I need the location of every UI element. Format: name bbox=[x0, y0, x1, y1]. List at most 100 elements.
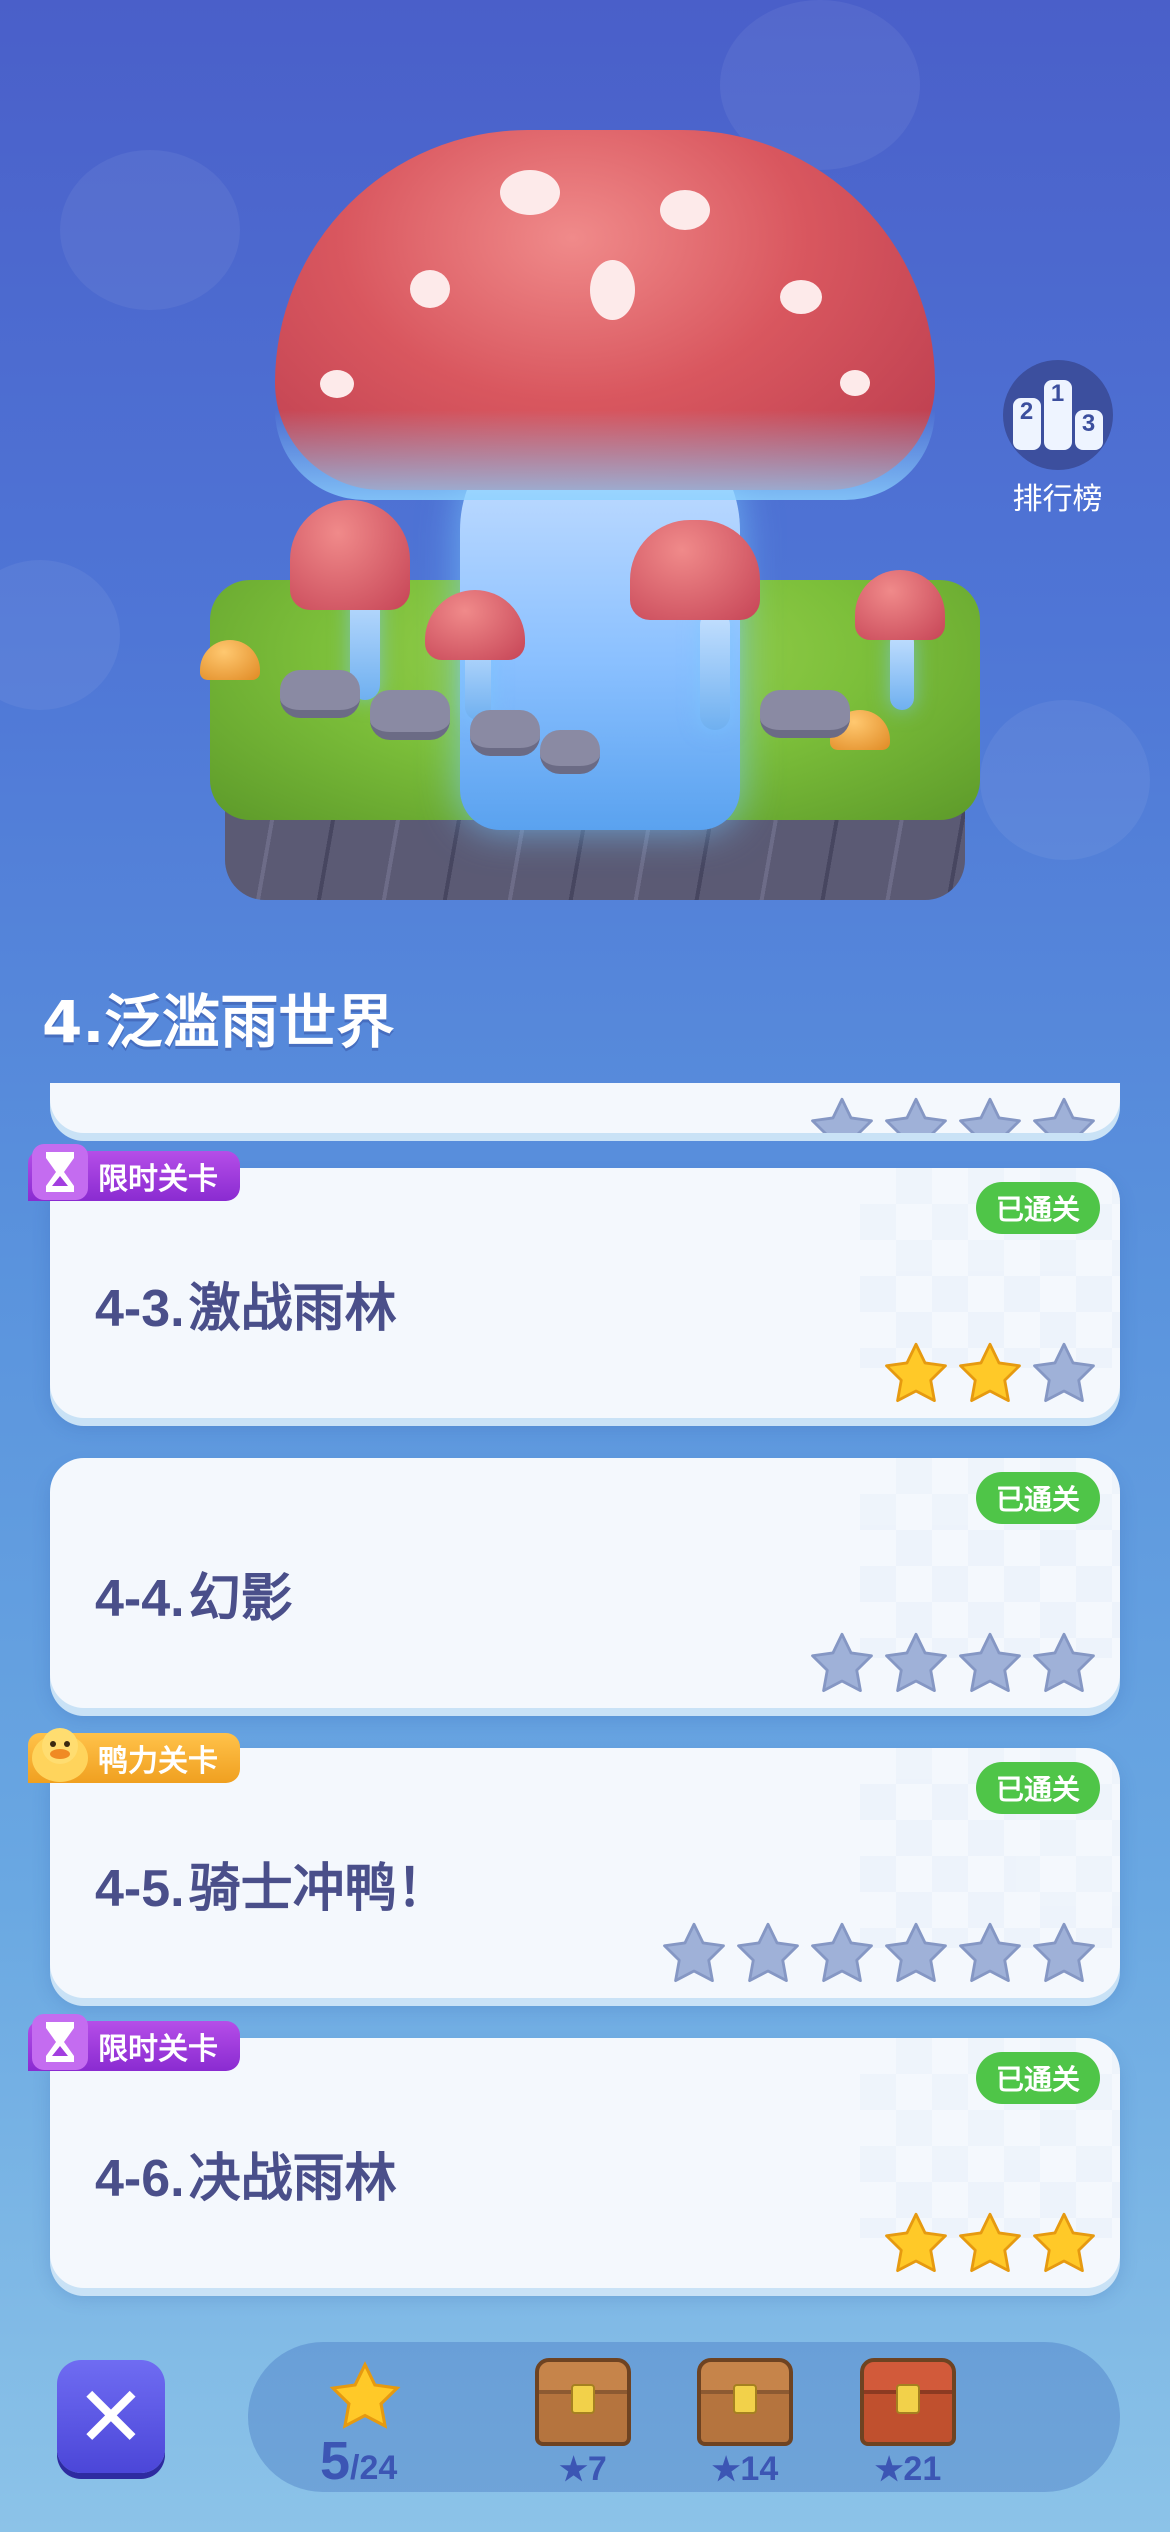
star-filled-icon bbox=[956, 2210, 1024, 2278]
star-empty-icon bbox=[956, 1630, 1024, 1698]
level-title: 4-6.决战雨林 bbox=[95, 2136, 397, 2211]
star-row bbox=[882, 2210, 1098, 2278]
background-duck-shape bbox=[980, 700, 1150, 860]
chest-lock bbox=[896, 2384, 920, 2414]
mushroom-spot bbox=[590, 260, 635, 320]
mushroom-spot bbox=[660, 190, 710, 230]
chest-star-requirement: ★14 bbox=[695, 2450, 795, 2489]
reward-chest[interactable]: ★14 bbox=[695, 2358, 795, 2489]
stepping-stone bbox=[470, 710, 540, 756]
star-empty-icon bbox=[734, 1920, 802, 1988]
level-number: 4-5. bbox=[95, 1860, 185, 1918]
mushroom-spot bbox=[500, 170, 560, 215]
level-card[interactable]: 已通关 4-3.激战雨林 bbox=[50, 1168, 1120, 1418]
podium-third: 3 bbox=[1074, 410, 1103, 450]
small-mushroom-cap bbox=[630, 520, 760, 620]
level-title: 4-4.幻影 bbox=[95, 1556, 293, 1631]
star-row bbox=[882, 1340, 1098, 1408]
small-star-icon: ★ bbox=[874, 2451, 904, 2487]
stepping-stone bbox=[540, 730, 600, 774]
treasure-chest-icon bbox=[860, 2358, 956, 2446]
level-card[interactable]: 已通关 4-6.决战雨林 bbox=[50, 2038, 1120, 2288]
mushroom-spot bbox=[840, 370, 870, 396]
level-tag-timed: 限时关卡 bbox=[28, 1144, 240, 1204]
chest-star-requirement: ★7 bbox=[533, 2450, 633, 2489]
star-row bbox=[808, 1630, 1098, 1698]
star-filled-icon bbox=[1030, 2210, 1098, 2278]
level-tag-timed: 限时关卡 bbox=[28, 2014, 240, 2074]
star-progress-current: 5 bbox=[320, 2431, 351, 2491]
world-title: 4.泛滥雨世界 bbox=[42, 988, 395, 1056]
leaderboard-icon: 2 1 3 bbox=[1002, 360, 1113, 470]
chest-lock bbox=[733, 2384, 757, 2414]
status-badge: 已通关 bbox=[975, 2052, 1100, 2104]
level-name: 激战雨林 bbox=[188, 1279, 397, 1339]
treasure-chest-icon bbox=[535, 2358, 631, 2446]
hourglass-icon bbox=[28, 2010, 92, 2074]
mushroom-spot bbox=[320, 370, 354, 398]
star-empty-icon bbox=[882, 1095, 950, 1133]
level-number: 4-3. bbox=[95, 1280, 185, 1338]
stepping-stone bbox=[280, 670, 360, 718]
mushroom-spot bbox=[410, 270, 450, 308]
reward-progress-bar: 5/24 ★7 ★14 ★21 bbox=[248, 2342, 1120, 2492]
star-empty-icon bbox=[882, 1630, 950, 1698]
leaderboard-label: 排行榜 bbox=[1012, 482, 1103, 517]
podium-first: 1 bbox=[1043, 380, 1072, 450]
star-filled-icon bbox=[882, 1340, 950, 1408]
star-empty-icon bbox=[882, 1920, 950, 1988]
mushroom-spot bbox=[780, 280, 822, 314]
leaderboard-button[interactable]: 2 1 3 排行榜 bbox=[1000, 360, 1115, 518]
hourglass-icon bbox=[28, 1140, 92, 1204]
level-number: 4-4. bbox=[95, 1570, 185, 1628]
chest-star-count: 21 bbox=[903, 2450, 942, 2488]
level-title: 4-5.骑士冲鸭！ bbox=[95, 1846, 449, 1921]
star-empty-icon bbox=[1030, 1340, 1098, 1408]
reward-chest[interactable]: ★21 bbox=[858, 2358, 958, 2489]
treasure-chest-icon bbox=[697, 2358, 793, 2446]
status-badge: 已通关 bbox=[975, 1762, 1100, 1814]
small-star-icon: ★ bbox=[559, 2451, 588, 2487]
level-name: 决战雨林 bbox=[188, 2149, 397, 2209]
status-badge: 已通关 bbox=[975, 1182, 1100, 1234]
reward-chest[interactable]: ★7 bbox=[533, 2358, 633, 2489]
star-empty-icon bbox=[660, 1920, 728, 1988]
level-card[interactable]: 已通关 4-4.幻影 bbox=[50, 1458, 1120, 1708]
star-empty-icon bbox=[1030, 1095, 1098, 1133]
podium-second: 2 bbox=[1012, 398, 1041, 450]
level-name: 幻影 bbox=[188, 1569, 293, 1629]
stepping-stone bbox=[760, 690, 850, 738]
level-card-partial[interactable] bbox=[50, 1083, 1120, 1133]
star-empty-icon bbox=[808, 1920, 876, 1988]
chest-star-count: 14 bbox=[740, 2450, 779, 2488]
level-number: 4-6. bbox=[95, 2150, 185, 2208]
chest-lock bbox=[571, 2384, 595, 2414]
small-mushroom-cap bbox=[290, 500, 410, 610]
close-icon: ✕ bbox=[75, 2367, 147, 2466]
small-star-icon: ★ bbox=[711, 2451, 741, 2487]
star-row bbox=[808, 1095, 1098, 1133]
level-name: 骑士冲鸭！ bbox=[188, 1859, 449, 1919]
mushroom-cap-glow bbox=[275, 410, 935, 500]
star-row bbox=[660, 1920, 1098, 1988]
chest-star-requirement: ★21 bbox=[858, 2450, 958, 2489]
world-illustration bbox=[200, 110, 1000, 910]
star-empty-icon bbox=[956, 1095, 1024, 1133]
star-empty-icon bbox=[1030, 1630, 1098, 1698]
star-empty-icon bbox=[808, 1630, 876, 1698]
stepping-stone bbox=[370, 690, 450, 740]
small-mushroom-stem bbox=[890, 630, 914, 710]
duck-icon bbox=[28, 1722, 92, 1786]
close-button[interactable]: ✕ bbox=[57, 2360, 165, 2473]
level-tag-duck: 鸭力关卡 bbox=[28, 1728, 240, 1786]
chest-star-count: 7 bbox=[587, 2450, 607, 2488]
status-badge: 已通关 bbox=[975, 1472, 1100, 1524]
level-title: 4-3.激战雨林 bbox=[95, 1266, 397, 1341]
star-empty-icon bbox=[1030, 1920, 1098, 1988]
background-duck-shape bbox=[0, 560, 120, 710]
star-filled-icon bbox=[956, 1340, 1024, 1408]
star-filled-icon bbox=[882, 2210, 950, 2278]
star-empty-icon bbox=[808, 1095, 876, 1133]
star-empty-icon bbox=[956, 1920, 1024, 1988]
star-progress-total: /24 bbox=[350, 2449, 398, 2487]
